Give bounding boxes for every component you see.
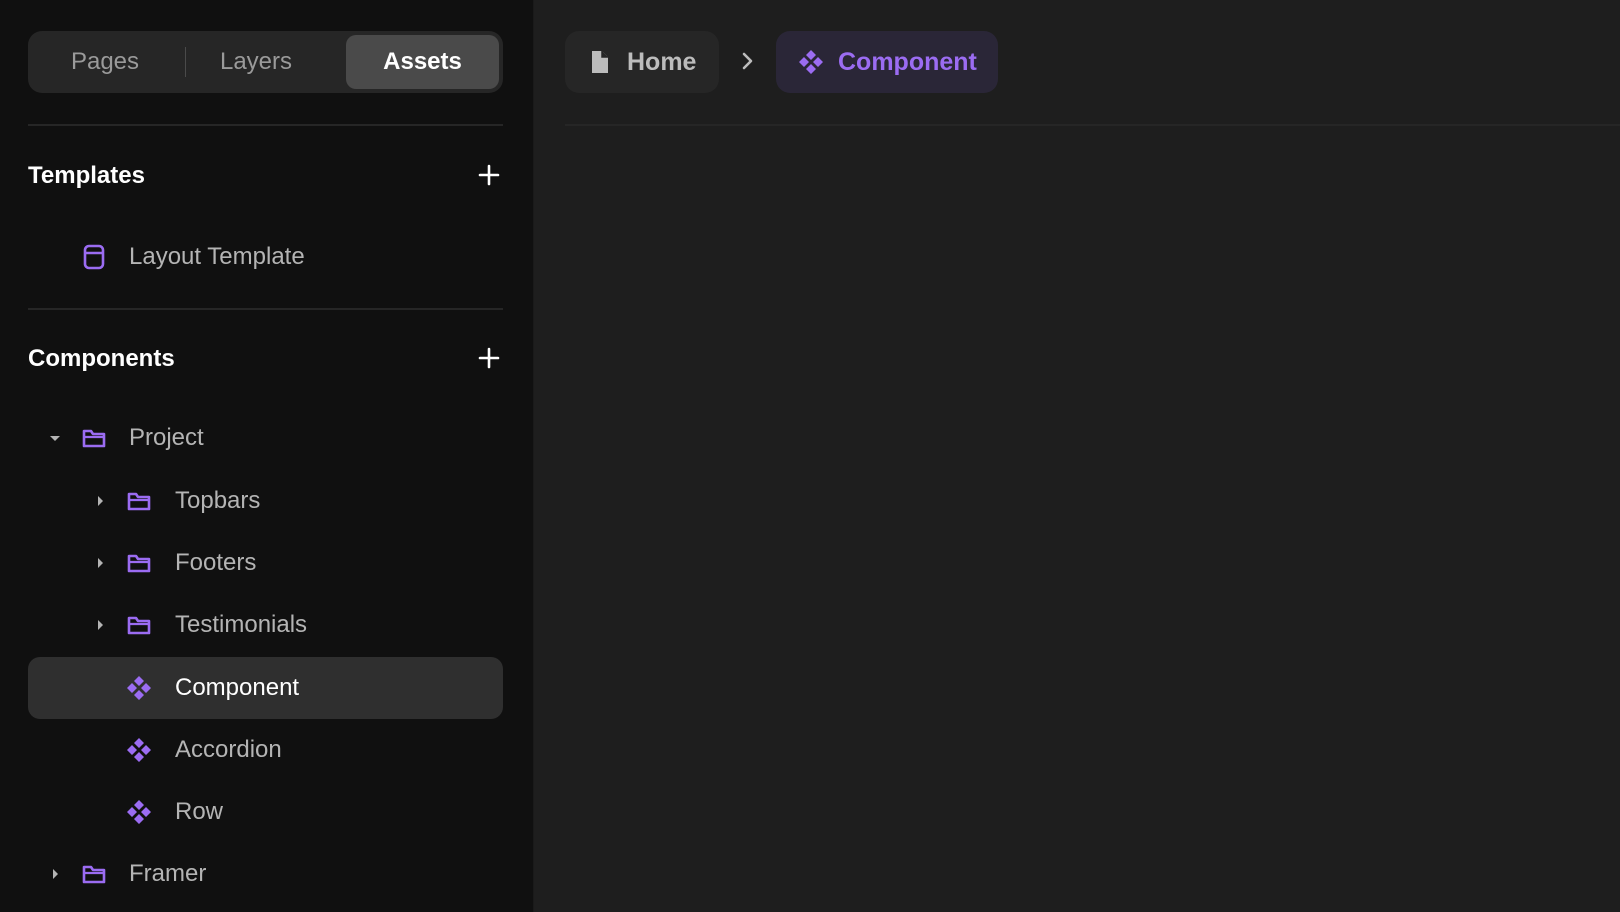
folder-icon <box>127 616 151 635</box>
caret-right-icon[interactable] <box>46 865 64 883</box>
folder-icon <box>127 554 151 573</box>
tree-item-label: Row <box>175 798 224 825</box>
tree-item-label: Framer <box>129 860 207 887</box>
divider <box>28 308 503 310</box>
tree-item-label: Project <box>129 424 204 451</box>
tree-item-label: Footers <box>175 549 257 576</box>
component-icon <box>127 800 151 824</box>
breadcrumb-component[interactable]: Component <box>776 31 998 93</box>
templates-section-title: Templates <box>28 162 145 189</box>
divider <box>28 124 503 126</box>
component-icon <box>799 50 823 74</box>
tab-layers[interactable]: Layers <box>183 35 329 89</box>
tree-item-footers[interactable]: Footers <box>28 532 503 594</box>
assets-sidebar: Pages Layers Assets Templates Layout Tem… <box>0 0 534 912</box>
add-template-button[interactable] <box>474 160 504 190</box>
breadcrumb-home[interactable]: Home <box>565 31 719 93</box>
divider <box>565 124 1620 126</box>
app-window: Pages Layers Assets Templates Layout Tem… <box>0 0 1620 912</box>
component-icon <box>127 738 151 762</box>
tab-pages[interactable]: Pages <box>32 35 178 89</box>
tree-item-project[interactable]: Project <box>28 407 503 469</box>
tree-item-label: Accordion <box>175 736 282 763</box>
template-item-layout-template[interactable]: Layout Template <box>28 226 503 288</box>
chevron-right-icon <box>742 52 753 70</box>
folder-icon <box>82 865 106 884</box>
canvas-area: Home Component <box>534 0 1620 912</box>
page-icon <box>592 51 608 73</box>
tree-item-label: Component <box>175 674 300 701</box>
template-item-label: Layout Template <box>129 243 305 270</box>
tree-item-component[interactable]: Component <box>28 657 503 719</box>
components-section-title: Components <box>28 345 175 372</box>
tree-item-label: Topbars <box>175 487 261 514</box>
add-component-button[interactable] <box>474 343 504 373</box>
breadcrumb-component-label: Component <box>838 48 977 76</box>
caret-right-icon[interactable] <box>91 492 109 510</box>
component-icon <box>127 676 151 700</box>
folder-icon <box>127 492 151 511</box>
plus-icon <box>478 347 500 369</box>
tree-item-framer[interactable]: Framer <box>28 843 503 905</box>
folder-icon <box>82 429 106 448</box>
caret-right-icon[interactable] <box>91 554 109 572</box>
breadcrumb-home-label: Home <box>627 48 697 76</box>
tab-assets[interactable]: Assets <box>346 35 499 89</box>
tree-item-testimonials[interactable]: Testimonials <box>28 594 503 656</box>
template-icon <box>83 244 105 270</box>
tree-item-topbars[interactable]: Topbars <box>28 470 503 532</box>
tree-item-accordion[interactable]: Accordion <box>28 719 503 781</box>
plus-icon <box>478 164 500 186</box>
caret-down-icon[interactable] <box>46 429 64 447</box>
tree-item-label: Testimonials <box>175 611 308 638</box>
tree-item-row[interactable]: Row <box>28 781 503 843</box>
panel-tabs: Pages Layers Assets <box>28 31 503 93</box>
caret-right-icon[interactable] <box>91 616 109 634</box>
